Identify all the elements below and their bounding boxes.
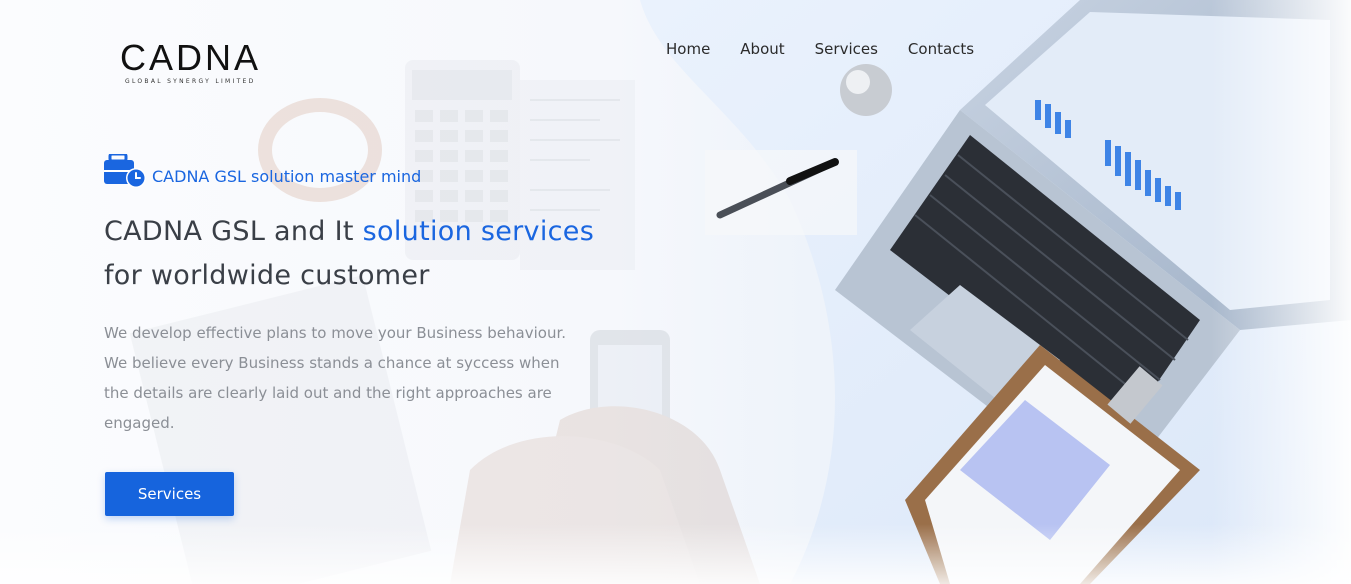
hero-description: We develop effective plans to move your … [104,324,567,432]
nav-link-contacts[interactable]: Contacts [908,39,974,59]
main-nav: Home About Services Contacts [666,39,974,59]
services-button[interactable]: Services [105,472,234,516]
hero-section: CADNA GLOBAL SYNERGY LIMITED Home About … [0,0,1351,584]
tagline-text: CADNA GSL solution master mind [152,167,422,186]
headline-part2: for worldwide customer [104,260,430,291]
headline-accent: solution services [362,216,595,247]
briefcase-clock-icon [104,152,148,188]
brand-name: CADNA [120,37,262,78]
nav-link-about[interactable]: About [740,39,784,59]
nav-link-home[interactable]: Home [666,39,710,59]
headline-part1: CADNA GSL and It [104,216,354,247]
nav-link-services[interactable]: Services [815,39,878,59]
hero-tagline: CADNA GSL solution master mind [104,152,422,188]
brand-logo[interactable]: CADNA GLOBAL SYNERGY LIMITED [120,40,272,88]
hero-headline: CADNA GSL and It solution services for w… [104,210,704,298]
right-fade-overlay [1211,0,1351,584]
bottom-fade-overlay [0,524,1351,584]
brand-subtitle: GLOBAL SYNERGY LIMITED [125,78,256,85]
